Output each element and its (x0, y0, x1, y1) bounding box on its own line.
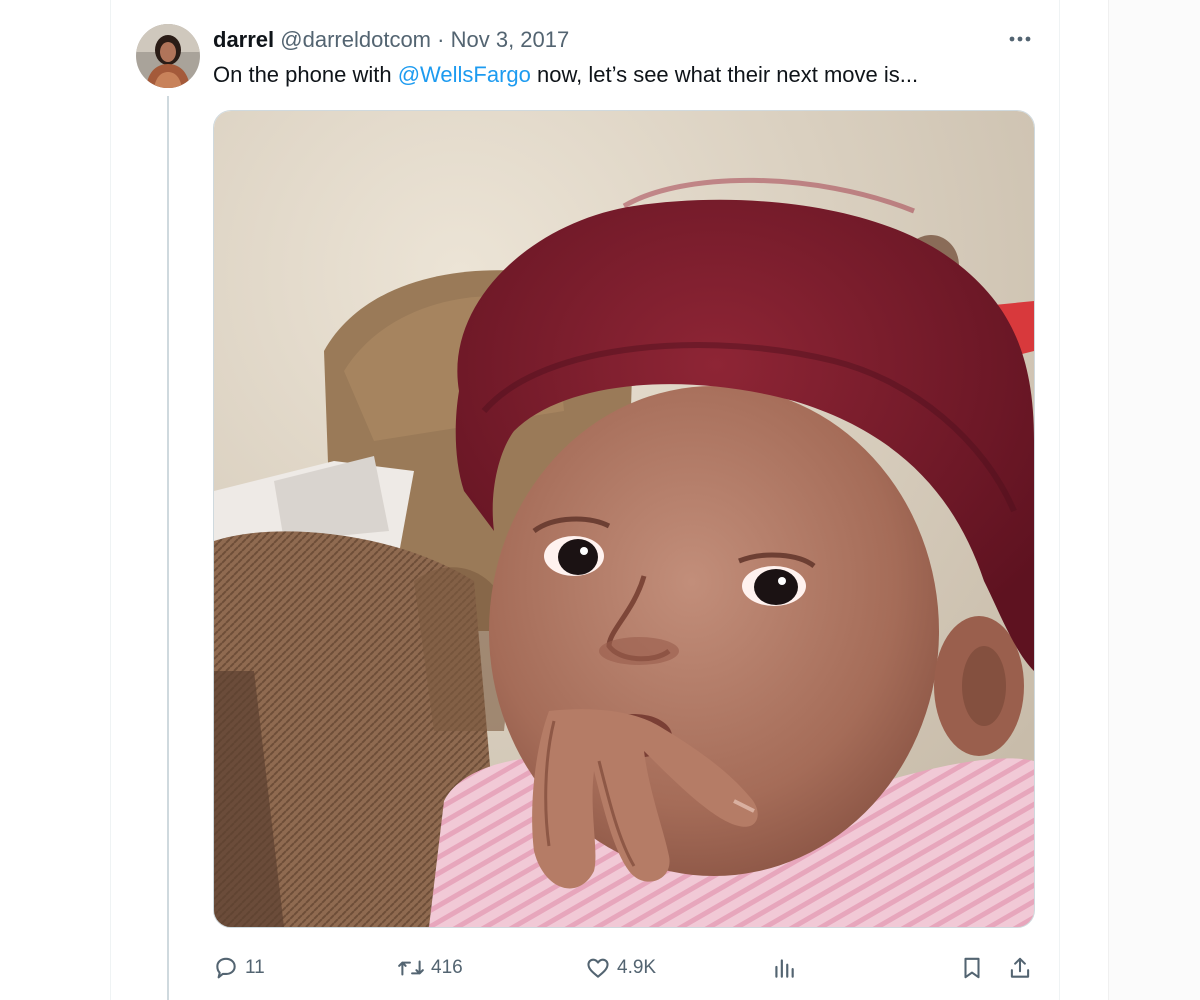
thread-line (167, 96, 169, 1000)
timeline-left-border (110, 0, 111, 1000)
like-count: 4.9K (617, 957, 657, 978)
views-button[interactable] (771, 950, 797, 986)
like-button[interactable]: 4.9K (585, 950, 656, 986)
tweet-actions: 11 416 4.9K (213, 950, 1035, 986)
tweet-text: On the phone with @WellsFargo now, let’s… (213, 60, 918, 90)
separator-dot: · (437, 27, 445, 52)
retweet-button[interactable]: 416 (397, 950, 463, 986)
author-name[interactable]: darrel (213, 27, 274, 52)
reply-icon (216, 957, 236, 979)
mention-link[interactable]: @WellsFargo (398, 62, 531, 87)
reply-count: 11 (245, 957, 265, 978)
tweet-text-start: On the phone with (213, 62, 398, 87)
bookmark-icon (964, 957, 980, 979)
heart-icon (587, 958, 609, 978)
avatar-image (136, 24, 200, 88)
baby-photo-illustration (214, 111, 1034, 927)
share-button[interactable] (1007, 950, 1033, 986)
bookmark-button[interactable] (959, 950, 985, 986)
tweet-header: darrel @darreldotcom · Nov 3, 2017 (213, 26, 569, 54)
share-icon (1010, 957, 1030, 978)
more-icon[interactable] (1002, 24, 1038, 54)
analytics-icon (775, 959, 794, 978)
reply-button[interactable]: 11 (213, 950, 265, 986)
right-sidebar-panel (1108, 0, 1200, 1000)
tweet-text-end: now, let’s see what their next move is..… (530, 62, 919, 87)
retweet-icon (398, 960, 424, 976)
avatar[interactable] (136, 24, 200, 88)
tweet-photo[interactable] (213, 110, 1035, 928)
retweet-count: 416 (431, 957, 463, 978)
tweet-date[interactable]: Nov 3, 2017 (451, 27, 570, 52)
author-handle[interactable]: @darreldotcom (280, 27, 431, 52)
timeline-right-border (1059, 0, 1060, 1000)
